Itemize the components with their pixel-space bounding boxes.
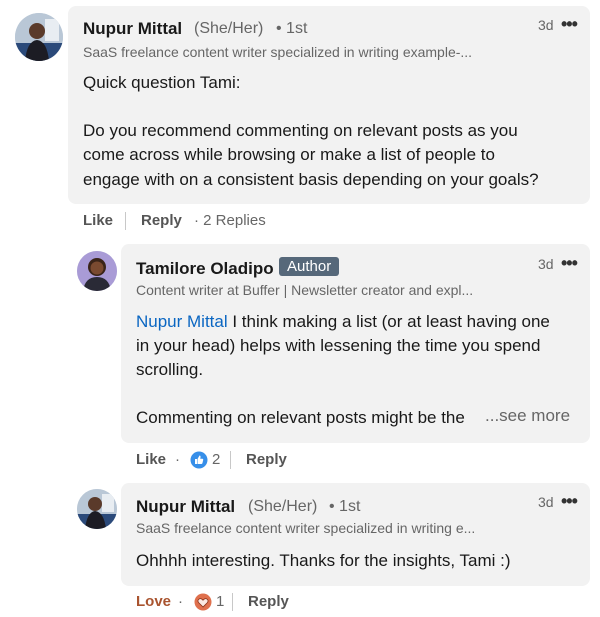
mention-link[interactable]: Nupur Mittal bbox=[136, 312, 228, 331]
comment-text-line: in your head) helps with lessening the t… bbox=[136, 336, 541, 355]
see-more-link[interactable]: ...see more bbox=[485, 406, 570, 426]
comment-author-name[interactable]: Tamilore Oladipo bbox=[136, 259, 274, 279]
action-separator-dot: · bbox=[178, 593, 183, 610]
love-reaction-button[interactable]: Love bbox=[136, 593, 171, 610]
comment-text-line: Commenting on relevant posts might be th… bbox=[136, 408, 465, 427]
connection-degree: • 1st bbox=[276, 20, 308, 37]
comment-text-fragment: I think making a list (or at least havin… bbox=[227, 312, 550, 331]
action-divider bbox=[125, 212, 126, 230]
like-button[interactable]: Like bbox=[83, 212, 113, 229]
connection-degree: • 1st bbox=[329, 498, 361, 515]
comment-text-line: Quick question Tami: bbox=[83, 73, 241, 92]
like-reaction-icon bbox=[190, 451, 208, 469]
comment-text-line: scrolling. bbox=[136, 360, 204, 379]
avatar[interactable] bbox=[15, 13, 63, 61]
comment-text-line: engage with on a consistent basis depend… bbox=[83, 170, 539, 189]
more-options-icon[interactable]: ••• bbox=[561, 492, 578, 510]
reply-button[interactable]: Reply bbox=[246, 451, 287, 468]
timestamp: 3d bbox=[538, 494, 554, 510]
author-headline: SaaS freelance content writer specialize… bbox=[136, 520, 476, 536]
reaction-count[interactable]: 1 bbox=[216, 593, 224, 610]
author-headline: SaaS freelance content writer specialize… bbox=[83, 44, 473, 60]
action-separator-dot: · bbox=[175, 451, 180, 468]
author-pronouns: (She/Her) bbox=[194, 20, 264, 37]
avatar[interactable] bbox=[77, 489, 117, 529]
more-options-icon[interactable]: ••• bbox=[561, 15, 578, 33]
comment-text-line: Nupur Mittal I think making a list (or a… bbox=[136, 310, 550, 334]
author-badge: Author bbox=[279, 257, 340, 276]
comment-text-line: come across while browsing or make a lis… bbox=[83, 145, 495, 164]
reply-button[interactable]: Reply bbox=[248, 593, 289, 610]
action-divider bbox=[232, 593, 233, 611]
like-button[interactable]: Like bbox=[136, 451, 166, 468]
avatar[interactable] bbox=[77, 251, 117, 291]
author-pronouns: (She/Her) bbox=[248, 498, 318, 515]
action-divider bbox=[230, 451, 231, 469]
author-headline: Content writer at Buffer | Newsletter cr… bbox=[136, 282, 474, 298]
timestamp: 3d bbox=[538, 256, 554, 272]
timestamp: 3d bbox=[538, 17, 554, 33]
replies-link[interactable]: · 2 Replies bbox=[194, 212, 266, 229]
comment-author-name[interactable]: Nupur Mittal bbox=[136, 497, 235, 517]
comment-author-name[interactable]: Nupur Mittal bbox=[83, 19, 182, 39]
comment-text-line: Ohhhh interesting. Thanks for the insigh… bbox=[136, 551, 511, 570]
reply-button[interactable]: Reply bbox=[141, 212, 182, 229]
comment-text-line: Do you recommend commenting on relevant … bbox=[83, 121, 518, 140]
love-reaction-icon bbox=[194, 593, 212, 611]
more-options-icon[interactable]: ••• bbox=[561, 254, 578, 272]
reaction-count[interactable]: 2 bbox=[212, 451, 220, 468]
